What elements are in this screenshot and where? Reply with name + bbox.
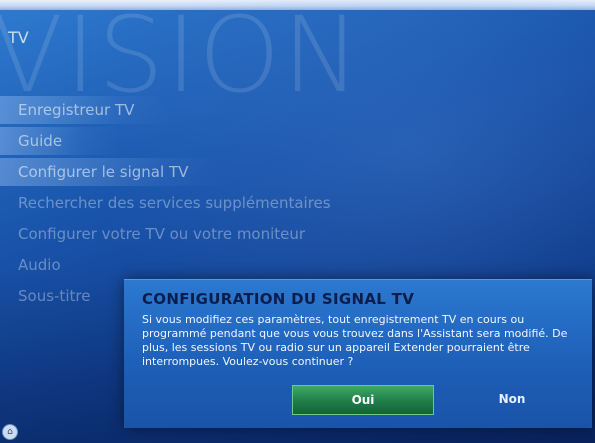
yes-button[interactable]: Oui: [292, 385, 434, 415]
signal-config-dialog: CONFIGURATION DU SIGNAL TV Si vous modif…: [124, 279, 592, 428]
no-button[interactable]: Non: [442, 385, 582, 413]
menu-item-label: Rechercher des services supplémentaires: [18, 194, 331, 212]
menu-item-configurer-tv-moniteur[interactable]: Configurer votre TV ou votre moniteur: [0, 220, 305, 248]
menu-item-audio[interactable]: Audio: [0, 251, 61, 279]
dialog-title: CONFIGURATION DU SIGNAL TV: [142, 290, 415, 308]
menu-item-label: Enregistreur TV: [18, 101, 135, 119]
menu-item-sous-titre[interactable]: Sous-titre: [0, 282, 90, 310]
menu-item-label: Configurer votre TV ou votre moniteur: [18, 225, 306, 243]
dialog-message: Si vous modifiez ces paramètres, tout en…: [142, 313, 568, 368]
menu-item-enregistreur-tv[interactable]: Enregistreur TV: [0, 96, 168, 124]
menu-item-label: Guide: [18, 132, 63, 150]
home-icon[interactable]: ⌂: [2, 424, 18, 440]
menu-item-label: Configurer le signal TV: [18, 163, 189, 181]
menu-item-label: Sous-titre: [18, 287, 91, 305]
menu-item-label: Audio: [18, 256, 61, 274]
section-title: TV: [8, 28, 29, 47]
menu-item-configurer-signal-tv[interactable]: Configurer le signal TV: [0, 158, 228, 186]
menu-item-guide[interactable]: Guide: [0, 127, 118, 155]
menu-item-rechercher-services[interactable]: Rechercher des services supplémentaires: [0, 189, 331, 217]
